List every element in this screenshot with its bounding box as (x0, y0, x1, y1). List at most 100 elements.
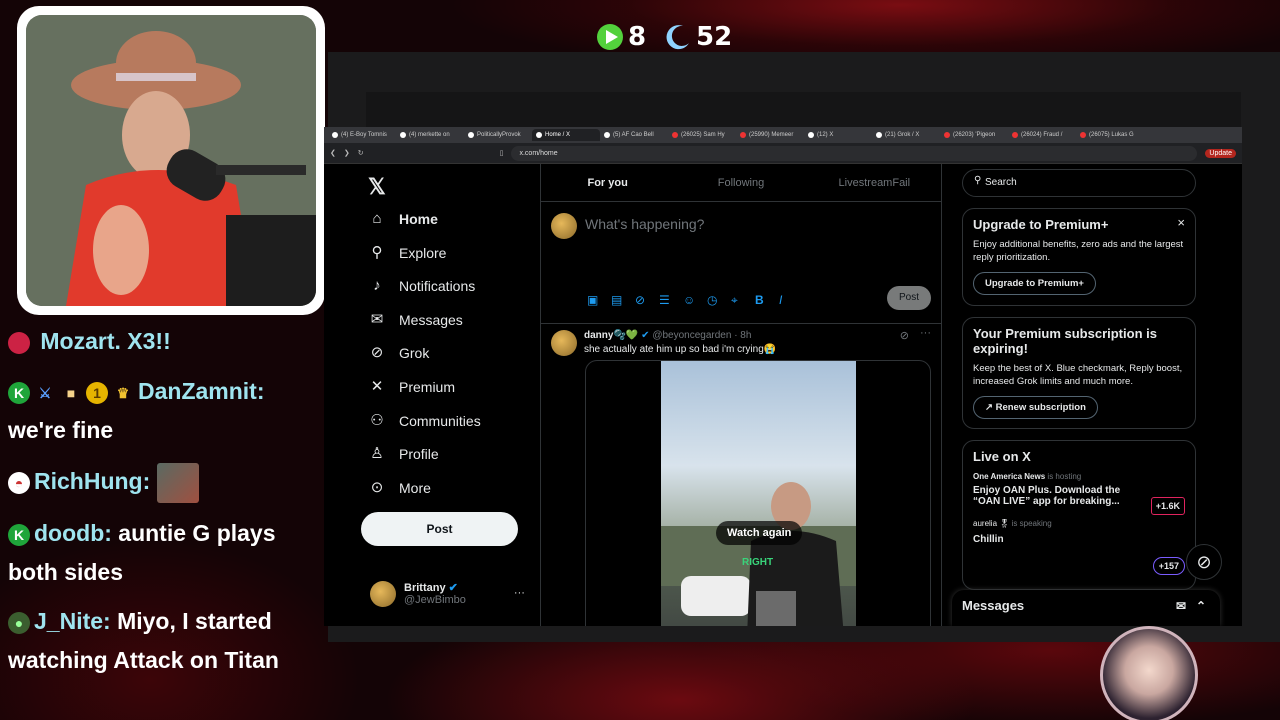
tweet-text: she actually ate him up so bad i'm cryin… (584, 344, 777, 355)
tab-livestreamfail[interactable]: LivestreamFail (808, 164, 941, 201)
chevron-up-icon[interactable]: ⌃ (1196, 599, 1206, 613)
image-icon[interactable]: ▣ (587, 293, 598, 307)
youtube-icon (740, 132, 746, 138)
one-badge-icon: 1 (86, 381, 108, 404)
tab-following[interactable]: Following (674, 164, 807, 201)
capture-panel-strip (366, 92, 1241, 132)
nav-communities[interactable]: ⚇ Communities (368, 412, 480, 430)
chat-message: K ⚔ ■ 1 ♛ DanZamnit: we're fine (8, 372, 318, 450)
composer: What's happening? ▣ ▤ ⊘ ☰ ☺ ◷ ⌖ B I Post (541, 202, 941, 324)
chat-username: DanZamnit: (138, 378, 265, 404)
close-icon[interactable]: × (1177, 215, 1185, 230)
browser-tab[interactable]: (5) AF Cao Bell (600, 129, 668, 141)
nav-messages[interactable]: ✉ Messages (368, 311, 463, 329)
x-icon (468, 132, 474, 138)
browser-tab[interactable]: (25990) Memeer (736, 129, 804, 141)
timeline-tabs: For you Following LivestreamFail (541, 164, 941, 202)
circle-badge-icon: ● (8, 611, 30, 634)
back-icon[interactable]: ❮ (330, 149, 336, 157)
browser-tab-active[interactable]: Home / X (532, 129, 600, 141)
browser-tab[interactable]: (4) merkette on (396, 129, 464, 141)
chat-username: Mozart. X3!! (40, 328, 171, 354)
location-icon[interactable]: ⌖ (731, 293, 738, 308)
more-menu-icon[interactable]: ··· (514, 587, 525, 607)
chat-message: ◓ RichHung: (8, 462, 318, 503)
live-item[interactable]: One America News is hosting Enjoy OAN Pl… (973, 472, 1185, 515)
browser-tab[interactable]: (12) X (804, 129, 872, 141)
account-switcher[interactable]: Brittany ✔ @JewBimbo ··· (370, 581, 525, 607)
nav-more[interactable]: ⊙ More (368, 479, 431, 497)
browser-tab[interactable]: (26203) 'Pigeon (940, 129, 1008, 141)
post-button[interactable]: Post (361, 512, 518, 546)
browser-tab[interactable]: (4) E-Boy Tomnis (328, 129, 396, 141)
mail-icon: ✉ (370, 311, 384, 328)
url-input[interactable]: x.com/home (511, 145, 1198, 161)
nav-profile[interactable]: ♙ Profile (368, 445, 438, 463)
reload-icon[interactable]: ↻ (358, 149, 364, 157)
browser-tab[interactable]: (26075) Lukas G (1076, 129, 1144, 141)
chat-message: Kdoodb: auntie G plays both sides (8, 514, 318, 592)
poll-icon[interactable]: ☰ (659, 293, 670, 307)
sword-icon: ⚔ (38, 384, 52, 401)
bookmark-icon[interactable]: ▯ (500, 149, 504, 157)
youtube-icon (944, 132, 950, 138)
expiring-body: Keep the best of X. Blue checkmark, Repl… (973, 363, 1183, 387)
expiring-card: Your Premium subscription is expiring! K… (962, 317, 1196, 429)
chat-message: ● J_Nite: Miyo, I started watching Attack… (8, 602, 318, 680)
tweet[interactable]: danny🫧💚 ✔ @beyoncegarden · 8h she actual… (541, 324, 941, 626)
nav-home[interactable]: ⌂ Home (368, 210, 437, 228)
nav-grok[interactable]: ⊘ Grok (368, 344, 430, 362)
avatar (370, 581, 396, 607)
more-icon: ⊙ (370, 479, 384, 496)
search-input[interactable]: Search (962, 169, 1196, 197)
grok-icon[interactable]: ⊘ (1186, 544, 1222, 580)
timeline: For you Following LivestreamFail What's … (540, 164, 942, 626)
moon-stat: 52 (664, 22, 732, 52)
live-item[interactable]: aurelia 🎖 is speaking Chillin +157 (973, 519, 1185, 575)
watch-again-button[interactable]: Watch again (716, 521, 803, 545)
badge-icon (8, 331, 30, 354)
right-sidebar: Search ⚲ × Upgrade to Premium+ Enjoy add… (948, 164, 1234, 626)
arrow-icon: ↗ (985, 402, 993, 413)
tweet-header: danny🫧💚 ✔ @beyoncegarden · 8h (584, 330, 751, 341)
compose-message-icon[interactable]: ✉ (1176, 599, 1186, 613)
browser-tab[interactable]: PoliticallyProvok (464, 129, 532, 141)
grok-icon[interactable]: ⊘ (900, 329, 909, 342)
grok-icon[interactable]: ⊘ (635, 293, 645, 307)
x-icon (876, 132, 882, 138)
webcam-frame (17, 6, 325, 315)
forward-icon[interactable]: ❯ (344, 149, 350, 157)
tweet-video[interactable]: Watch again RIGHT (585, 360, 931, 626)
schedule-icon[interactable]: ◷ (707, 293, 717, 307)
upgrade-button[interactable]: Upgrade to Premium+ (973, 272, 1096, 295)
renew-button[interactable]: ↗ Renew subscription (973, 396, 1098, 419)
nav-explore[interactable]: ⚲ Explore (368, 244, 447, 262)
italic-icon[interactable]: I (779, 293, 782, 307)
expiring-title: Your Premium subscription is expiring! (973, 326, 1157, 356)
viewer-count: 8 (628, 22, 647, 52)
tab-for-you[interactable]: For you (541, 164, 674, 201)
browser-tab[interactable]: (21) Grok / X (872, 129, 940, 141)
compose-post-button[interactable]: Post (887, 286, 931, 310)
gif-icon[interactable]: ▤ (611, 293, 622, 307)
emoji-icon[interactable]: ☺ (683, 293, 695, 307)
x-logo-icon[interactable]: 𝕏 (368, 174, 386, 200)
live-card: Live on X One America News is hosting En… (962, 440, 1196, 590)
live-host: One America News (973, 472, 1046, 481)
compose-input[interactable]: What's happening? (585, 216, 704, 232)
browser-tab[interactable]: (26025) Sam Hy (668, 129, 736, 141)
update-button[interactable]: Update (1205, 148, 1236, 158)
nav-premium[interactable]: ✕ Premium (368, 378, 455, 396)
messages-title: Messages (962, 598, 1025, 613)
messages-drawer[interactable]: Messages ✉ ⌃ (952, 590, 1220, 626)
account-handle: @JewBimbo (404, 594, 466, 606)
video-frame (661, 361, 856, 626)
play-icon (596, 23, 624, 51)
browser-tab[interactable]: (26024) Fraud / (1008, 129, 1076, 141)
more-icon[interactable]: ··· (920, 327, 931, 339)
bold-icon[interactable]: B (755, 293, 764, 307)
nav-notifications[interactable]: ♪ Notifications (368, 277, 475, 295)
tweet-avatar[interactable] (551, 330, 577, 356)
live-title: Live on X (973, 449, 1031, 464)
tab-bar: (4) E-Boy Tomnis (4) merkette on Politic… (324, 127, 1242, 143)
